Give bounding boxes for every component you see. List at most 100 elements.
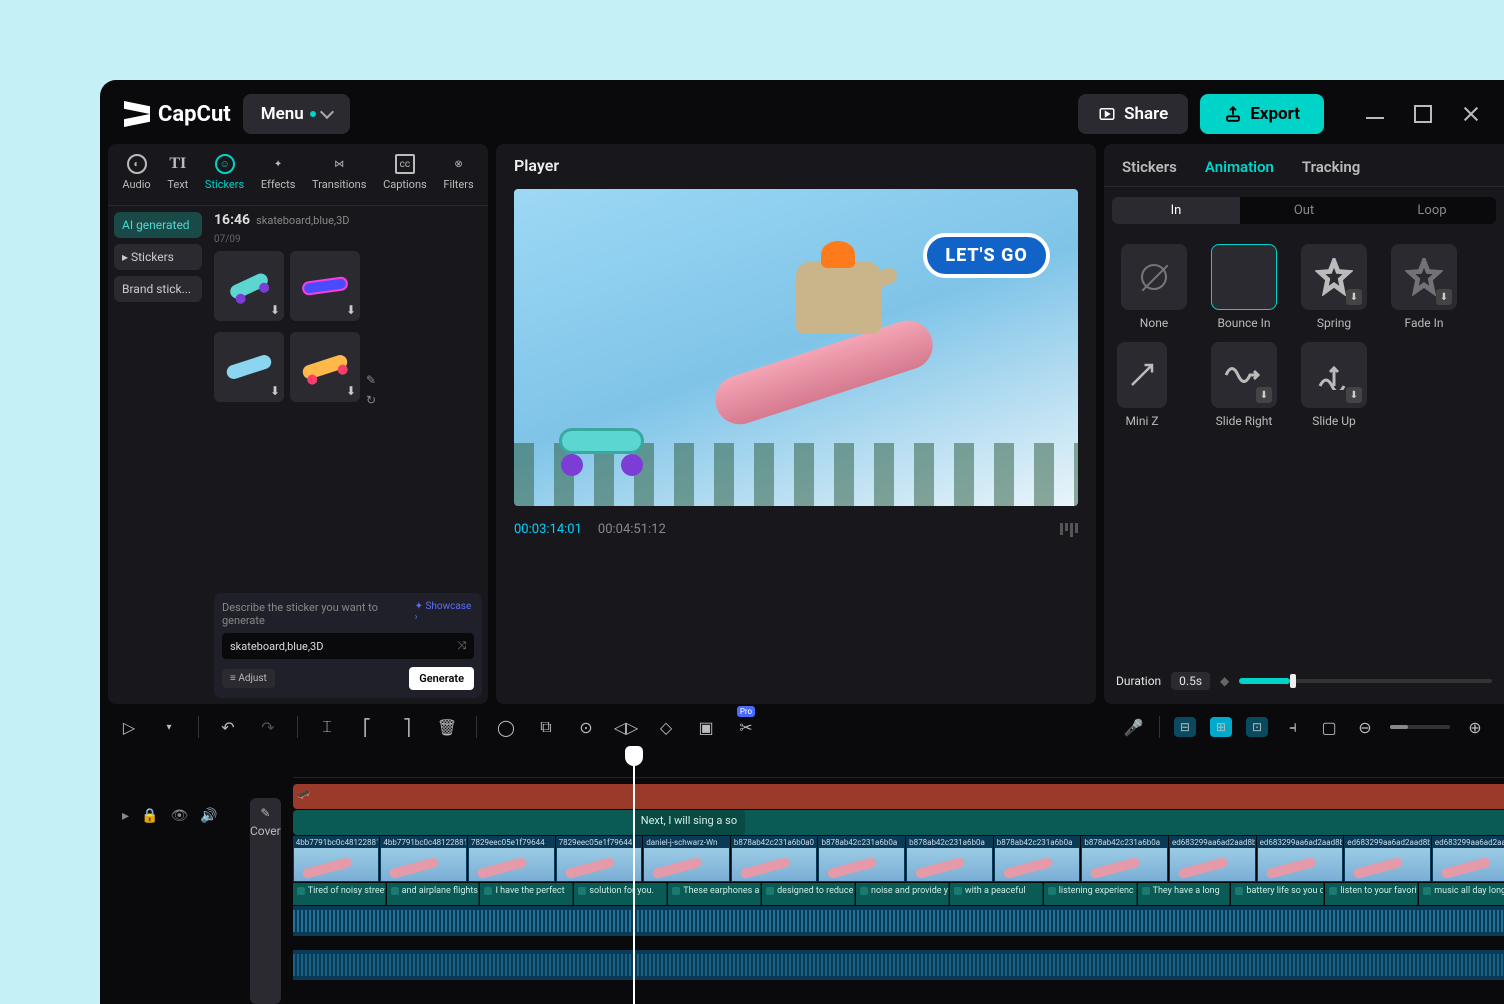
caption-clip[interactable]: Tired of noisy streets [293, 883, 386, 905]
zoom-slider[interactable] [1390, 725, 1450, 729]
timeline-tracks[interactable]: 🛹 Next, I will sing a so 4bb7791bc0c4812… [293, 748, 1504, 1004]
media-tab-text[interactable]: TIText [161, 150, 194, 195]
video-clip[interactable]: 7829eec05e1f79644 [468, 836, 555, 882]
sticker-result[interactable]: ⬇ [290, 251, 360, 321]
video-track[interactable]: 4bb7791bc0c481228811f44bb7791bc0c4812288… [293, 836, 1504, 882]
category-ai-generated[interactable]: AI generated [114, 212, 202, 238]
video-clip[interactable]: ed683299aa6ad2aad8b3 [1432, 836, 1504, 882]
track-play-icon[interactable]: ▸ [122, 808, 129, 824]
anim-slide-up[interactable]: ⬇ Slide Up [1292, 342, 1376, 428]
mic-button[interactable]: 🎤 [1123, 716, 1145, 738]
media-tab-filters[interactable]: ⊗Filters [437, 150, 479, 195]
video-clip[interactable]: b878ab42c231a6b0a [906, 836, 993, 882]
caption-clip[interactable]: with a peaceful [950, 883, 1043, 905]
caption-clip[interactable]: battery life so you ca [1231, 883, 1324, 905]
selection-tool[interactable]: ▷ [118, 716, 140, 738]
trim-left-tool[interactable]: ⎡ [356, 716, 378, 738]
lets-go-badge[interactable]: LET'S GO [923, 233, 1049, 278]
caption-clip[interactable]: They have a long [1138, 883, 1231, 905]
video-clip[interactable]: 7829eec05e1f79644 [556, 836, 643, 882]
media-tab-stickers[interactable]: ☺Stickers [199, 150, 250, 195]
caption-clip[interactable]: solution for you. [574, 883, 667, 905]
caption-clip[interactable]: and airplane flights? [387, 883, 480, 905]
video-clip[interactable]: ed683299aa6ad2aad8b3 [1257, 836, 1344, 882]
video-clip[interactable]: b878ab42c231a6b0a0 [731, 836, 818, 882]
tab-animation[interactable]: Animation [1205, 158, 1274, 176]
track-lock-icon[interactable]: 🔒 [141, 808, 158, 824]
subtab-in[interactable]: In [1112, 197, 1240, 224]
cover-button[interactable]: ✎ Cover [250, 798, 281, 1004]
subtab-loop[interactable]: Loop [1368, 197, 1496, 224]
undo-button[interactable]: ↶ [217, 716, 239, 738]
snap-mode-2[interactable]: ⊞ [1210, 717, 1232, 737]
rotate-tool[interactable]: ◇ [655, 716, 677, 738]
speed-tool[interactable]: ⊙ [575, 716, 597, 738]
anim-none[interactable]: None [1112, 244, 1196, 330]
tab-stickers[interactable]: Stickers [1122, 158, 1177, 176]
subtab-out[interactable]: Out [1240, 197, 1368, 224]
preview-tool[interactable]: ▢ [1318, 716, 1340, 738]
track-visibility-icon[interactable]: 👁 [170, 808, 188, 824]
tab-tracking[interactable]: Tracking [1302, 158, 1360, 176]
download-icon[interactable]: ⬇ [346, 303, 356, 317]
caption-track[interactable]: Tired of noisy streetsand airplane fligh… [293, 883, 1504, 905]
media-tab-captions[interactable]: ccCaptions [377, 150, 433, 195]
text-clip[interactable]: Next, I will sing a so [633, 810, 745, 835]
download-icon[interactable]: ⬇ [346, 384, 356, 398]
caption-clip[interactable]: noise and provide y [856, 883, 949, 905]
sticker-result[interactable]: ⬇ [290, 332, 360, 402]
audio-levels-icon[interactable] [1060, 523, 1078, 537]
category-brand-stickers[interactable]: Brand stick... [114, 276, 202, 302]
player-viewport[interactable]: LET'S GO [514, 189, 1078, 506]
caption-clip[interactable]: I have the perfect [480, 883, 573, 905]
anim-fade-in[interactable]: ⬇ Fade In [1382, 244, 1466, 330]
shuffle-icon[interactable]: ⤨ [457, 639, 466, 653]
zoom-in[interactable]: ⊕ [1464, 716, 1486, 738]
export-button[interactable]: Export [1200, 94, 1324, 134]
category-stickers[interactable]: ▸ Stickers [114, 244, 202, 270]
video-clip[interactable]: b878ab42c231a6b0a [994, 836, 1081, 882]
window-minimize[interactable] [1366, 109, 1384, 119]
video-clip[interactable]: ed683299aa6ad2aad8b3 [1169, 836, 1256, 882]
video-clip[interactable]: 4bb7791bc0c481228811f4 [293, 836, 380, 882]
video-clip[interactable]: b878ab42c231a6b0a [1081, 836, 1168, 882]
track-mute-icon[interactable]: 🔊 [200, 808, 217, 824]
video-clip[interactable]: ed683299aa6ad2aad8b3 [1344, 836, 1431, 882]
generate-button[interactable]: Generate [409, 667, 474, 690]
adjust-button[interactable]: ≡ Adjust [222, 669, 275, 688]
copy-tool[interactable]: ⧉ [535, 716, 557, 738]
delete-tool[interactable]: 🗑 [436, 716, 458, 738]
duration-slider[interactable] [1239, 679, 1492, 683]
sticker-result[interactable]: ⬇ [214, 251, 284, 321]
audio-track-1[interactable] [293, 906, 1504, 936]
sticker-result[interactable]: ⬇ [214, 332, 284, 402]
mirror-tool[interactable]: ◁▷ [615, 716, 637, 738]
caption-clip[interactable]: listen to your favorit [1325, 883, 1418, 905]
video-clip[interactable]: b878ab42c231a6b0a [818, 836, 905, 882]
playhead[interactable] [633, 748, 635, 1004]
pro-tool[interactable]: Pro✂ [735, 716, 757, 738]
snap-mode-3[interactable]: ⊡ [1246, 717, 1268, 737]
video-clip[interactable]: daniel-j-schwarz-Wn [643, 836, 730, 882]
selection-dropdown[interactable]: ▾ [158, 716, 180, 738]
media-tab-transitions[interactable]: ⋈Transitions [306, 150, 372, 195]
redo-button[interactable]: ↷ [257, 716, 279, 738]
align-tool[interactable]: ⫞ [1282, 716, 1304, 738]
caption-clip[interactable]: These earphones a [668, 883, 761, 905]
media-tab-effects[interactable]: ✦Effects [255, 150, 302, 195]
video-clip[interactable]: 4bb7791bc0c481228811f4 [380, 836, 467, 882]
refresh-icon[interactable]: ↻ [366, 393, 376, 407]
menu-button[interactable]: Menu [243, 94, 350, 134]
anim-bounce-in[interactable]: Bounce In [1202, 244, 1286, 330]
split-tool[interactable]: ⌶ [316, 716, 338, 738]
download-icon[interactable]: ⬇ [270, 303, 280, 317]
zoom-out[interactable]: ⊖ [1354, 716, 1376, 738]
snap-mode-1[interactable]: ⊟ [1174, 717, 1196, 737]
window-close[interactable] [1462, 105, 1480, 123]
crop-tool[interactable]: ▣ [695, 716, 717, 738]
window-maximize[interactable] [1414, 105, 1432, 123]
caption-clip[interactable]: music all day long. [1419, 883, 1504, 905]
sticker-track[interactable]: 🛹 [293, 784, 1504, 809]
audio-track-2[interactable] [293, 950, 1504, 980]
generator-input[interactable] [230, 640, 419, 653]
